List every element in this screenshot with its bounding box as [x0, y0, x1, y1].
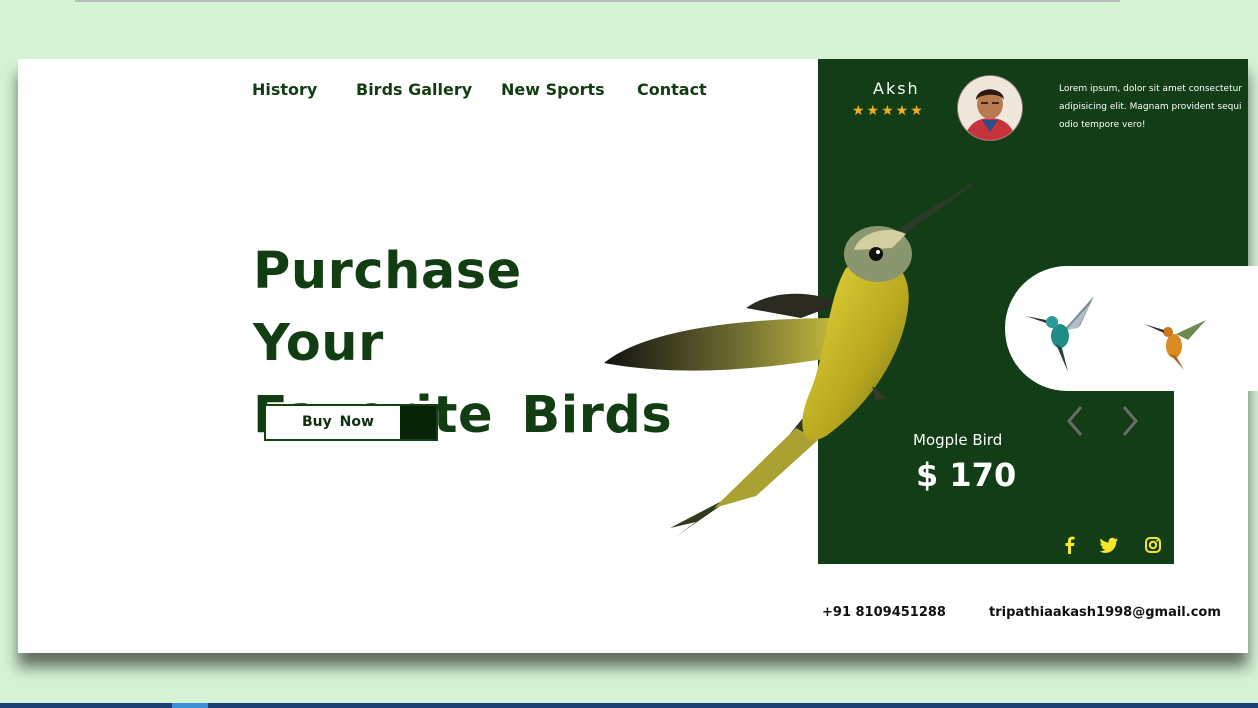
facebook-icon[interactable]: [1060, 535, 1080, 555]
twitter-icon[interactable]: [1099, 535, 1119, 555]
contact-email: tripathiaakash1998@gmail.com: [989, 605, 1221, 620]
chevron-left-icon[interactable]: [1064, 404, 1086, 438]
rating-stars: ★★★★★: [852, 103, 925, 119]
avatar: [958, 76, 1022, 140]
nav-contact-link[interactable]: Contact: [637, 80, 707, 99]
hummingbird-image: [604, 182, 974, 538]
chevron-right-icon[interactable]: [1119, 404, 1141, 438]
nav-new-sports-link[interactable]: New Sports: [501, 80, 605, 99]
buy-now-button[interactable]: Buy Now: [264, 404, 438, 441]
profile-name: Aksh: [873, 79, 920, 98]
browser-scroll-line: [75, 0, 1120, 2]
browser-top-strip: [0, 0, 1258, 5]
nav-history-link[interactable]: History: [252, 80, 317, 99]
taskbar-strip: [0, 703, 1258, 708]
contact-phone: +91 8109451288: [822, 605, 946, 620]
profile-blurb: Lorem ipsum, dolor sit amet consectetur …: [1059, 84, 1243, 130]
buy-now-label: Buy Now: [302, 414, 374, 430]
panel-cutout: [1174, 391, 1248, 564]
nav-birds-gallery-link[interactable]: Birds Gallery: [356, 80, 472, 99]
instagram-icon[interactable]: [1143, 535, 1163, 555]
buy-now-accent-block: [400, 406, 436, 439]
taskbar-active-segment: [172, 703, 208, 708]
carousel-bird-teal[interactable]: [1022, 292, 1102, 374]
avatar-photo: [958, 76, 1022, 140]
carousel-bird-orange[interactable]: [1140, 312, 1210, 370]
